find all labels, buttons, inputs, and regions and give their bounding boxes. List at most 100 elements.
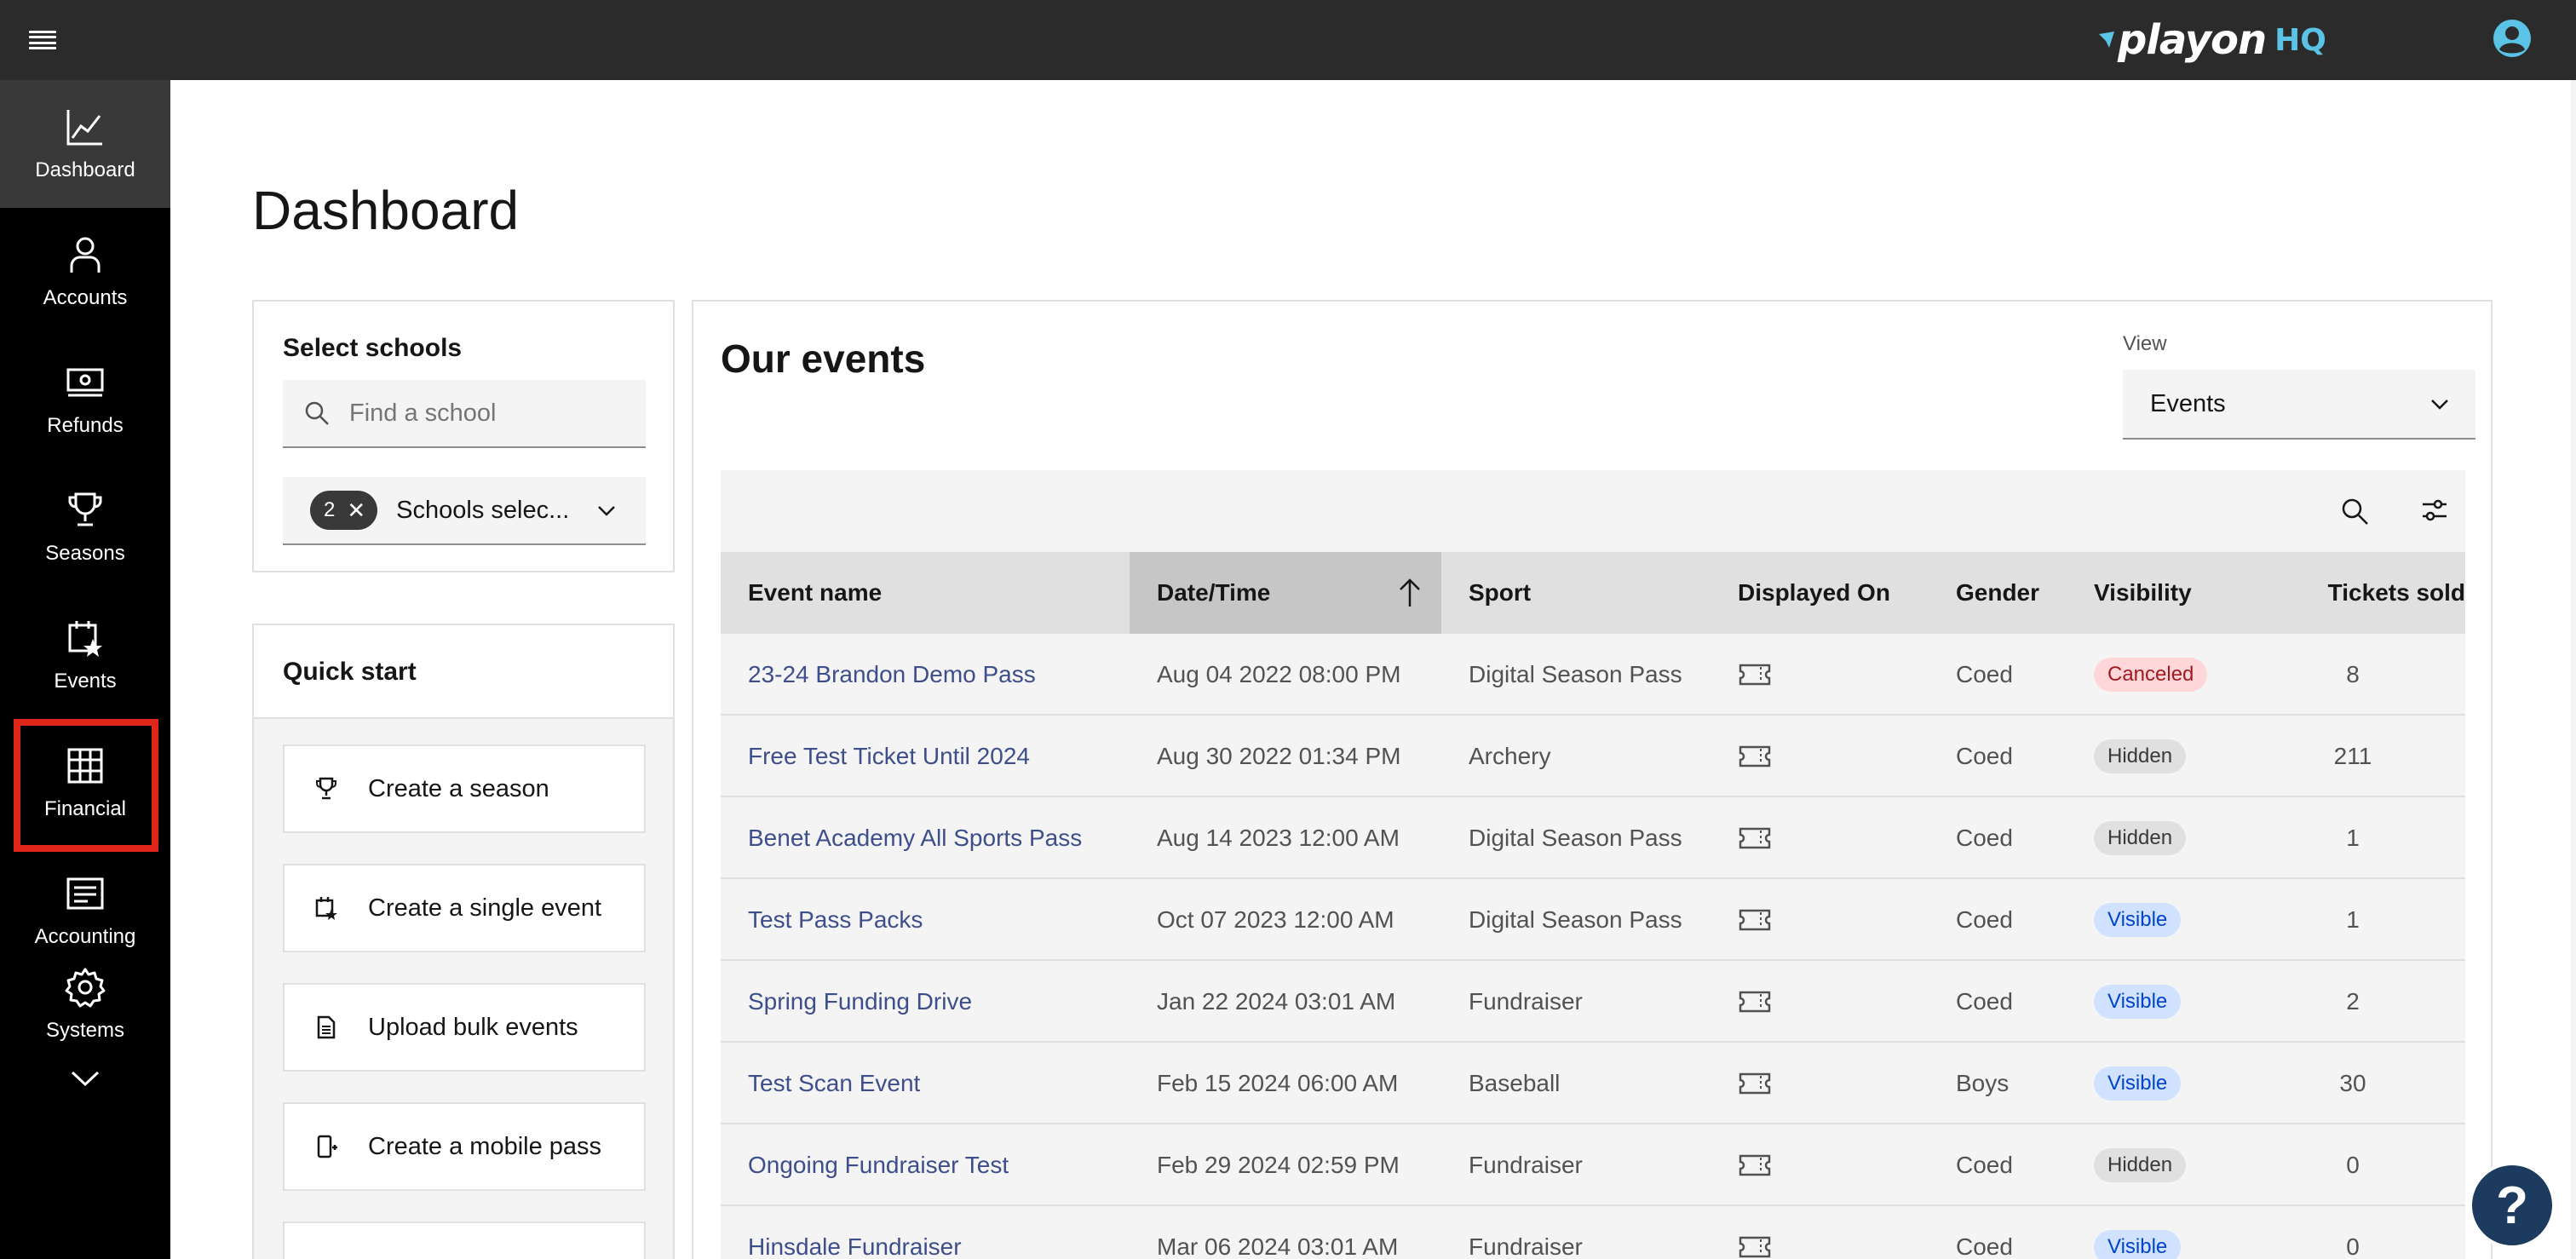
visibility-badge: Canceled [2094, 658, 2208, 692]
tickets-sold: 0 [2346, 1233, 2360, 1259]
event-name-link[interactable]: Ongoing Fundraiser Test [748, 1124, 1009, 1206]
school-search-box[interactable] [283, 380, 646, 448]
logo-text: playon [2118, 16, 2267, 64]
event-name-link[interactable]: Benet Academy All Sports Pass [748, 797, 1082, 879]
ledger-icon [66, 877, 104, 910]
visibility-badge: Hidden [2094, 821, 2187, 855]
select-schools-heading: Select schools [283, 334, 463, 362]
sidebar-item-refunds[interactable]: Refunds [0, 336, 170, 463]
selected-count: 2 [324, 498, 336, 521]
sidebar-item-accounts[interactable]: Accounts [0, 208, 170, 336]
table-row[interactable]: Hinsdale Fundraiser Mar 06 2024 03:01 AM F… [721, 1206, 2465, 1259]
search-icon[interactable] [2339, 496, 2370, 526]
column-header-date-time[interactable]: Date/Time [1130, 552, 1441, 634]
sidebar-item-dashboard[interactable]: Dashboard [0, 80, 170, 208]
visibility-cell: Visible [2094, 1206, 2182, 1259]
sidebar-item-label: Events [54, 670, 117, 693]
sidebar-item-systems[interactable]: Systems [0, 966, 170, 1068]
table-row[interactable]: Test Scan Event Feb 15 2024 06:00 AM Baseb… [721, 1043, 2465, 1124]
logo-suffix: HQ [2274, 22, 2326, 58]
date-time-label: Date/Time [1157, 579, 1271, 606]
ticket-icon [1739, 1154, 1771, 1176]
column-header-event-name[interactable]: Event name [721, 552, 1130, 634]
create-season-button[interactable]: Create a season [283, 744, 646, 833]
quick-start-header: Quick start [254, 625, 673, 719]
event-name-link[interactable]: Test Scan Event [748, 1043, 920, 1124]
column-header-tickets-sold[interactable]: Tickets sold [2263, 552, 2465, 634]
selected-count-tag[interactable]: 2 ✕ [310, 491, 378, 530]
event-name-link[interactable]: Test Pass Packs [748, 879, 923, 961]
calendar-star-icon [315, 897, 337, 920]
calendar-star-icon [68, 621, 102, 657]
upload-bulk-events-label: Upload bulk events [368, 1013, 578, 1041]
event-date-time: Mar 06 2024 03:01 AM [1157, 1233, 1399, 1259]
event-name-link[interactable]: 23-24 Brandon Demo Pass [748, 634, 1036, 716]
event-name-link[interactable]: Hinsdale Fundraiser [748, 1206, 962, 1259]
gear-icon [65, 968, 106, 1008]
upload-bulk-events-button[interactable]: Upload bulk events [283, 983, 646, 1072]
column-header-displayed-on[interactable]: Displayed On [1711, 552, 1929, 634]
ticket-icon [1739, 1072, 1771, 1095]
event-gender: Coed [1956, 1233, 2013, 1259]
event-sport: Fundraiser [1469, 988, 1583, 1015]
logo-mark-icon [2099, 32, 2114, 48]
table-row[interactable]: 23-24 Brandon Demo Pass Aug 04 2022 08:00… [721, 634, 2465, 716]
view-label: View [2123, 332, 2167, 355]
event-date-time: Feb 15 2024 06:00 AM [1157, 1070, 1399, 1096]
event-name-link[interactable]: Free Test Ticket Until 2024 [748, 716, 1030, 797]
quick-start-more-button[interactable] [283, 1222, 646, 1259]
ticket-icon [1739, 909, 1771, 931]
schools-selected-label: Schools selec... [396, 496, 570, 524]
user-avatar-icon[interactable] [2491, 17, 2533, 60]
sidebar-item-label: Refunds [47, 414, 124, 437]
chevron-down-icon [2431, 400, 2448, 410]
column-header-sport[interactable]: Sport [1441, 552, 1711, 634]
event-sport: Digital Season Pass [1469, 906, 1682, 933]
table-row[interactable]: Test Pass Packs Oct 07 2023 12:00 AM Digit… [721, 879, 2465, 961]
visibility-badge: Hidden [2094, 739, 2187, 773]
sidebar-item-seasons[interactable]: Seasons [0, 463, 170, 591]
event-sport: Digital Season Pass [1469, 661, 1682, 687]
event-date-time: Oct 07 2023 12:00 AM [1157, 906, 1394, 933]
create-mobile-pass-button[interactable]: Create a mobile pass [283, 1102, 646, 1191]
table-row[interactable]: Spring Funding Drive Jan 22 2024 03:01 AM… [721, 961, 2465, 1043]
content-edge [2571, 80, 2576, 1259]
sidebar-item-events[interactable]: Events [0, 591, 170, 719]
displayed-on-cell [1738, 961, 1772, 1043]
trophy-icon [316, 777, 336, 800]
column-header-gender[interactable]: Gender [1929, 552, 2067, 634]
help-button[interactable]: ? [2469, 1162, 2556, 1249]
filter-settings-icon[interactable] [2419, 496, 2450, 526]
event-date-time: Feb 29 2024 02:59 PM [1157, 1152, 1400, 1178]
event-name-link[interactable]: Spring Funding Drive [748, 961, 972, 1043]
event-gender: Boys [1956, 1070, 2010, 1096]
schools-multiselect[interactable]: 2 ✕ Schools selec... [283, 477, 646, 545]
tickets-sold: 30 [2339, 1070, 2366, 1096]
chevron-down-icon [598, 506, 615, 516]
visibility-cell: Visible [2094, 961, 2182, 1043]
table-row[interactable]: Benet Academy All Sports Pass Aug 14 2023… [721, 797, 2465, 879]
table-toolbar [721, 470, 2465, 552]
displayed-on-cell [1738, 1043, 1772, 1124]
clear-selection-icon[interactable]: ✕ [347, 497, 365, 524]
playon-hq-logo[interactable]: playon HQ [2097, 12, 2326, 68]
user-icon [70, 237, 101, 273]
view-dropdown[interactable]: Events [2123, 370, 2475, 440]
hamburger-menu-icon[interactable] [27, 26, 58, 55]
event-gender: Coed [1956, 661, 2013, 687]
cash-icon [66, 368, 104, 397]
create-single-event-button[interactable]: Create a single event [283, 864, 646, 952]
table-row[interactable]: Ongoing Fundraiser Test Feb 29 2024 02:59… [721, 1124, 2465, 1206]
quick-start-panel: Quick start Create a season Create a sin… [252, 624, 675, 1259]
financial-highlight-box [14, 719, 158, 852]
event-sport: Fundraiser [1469, 1152, 1583, 1178]
tickets-sold: 211 [2333, 743, 2372, 769]
sidebar-item-accounting[interactable]: Accounting [0, 847, 170, 974]
chevron-down-icon[interactable] [70, 1068, 101, 1089]
view-dropdown-value: Events [2150, 389, 2226, 417]
table-row[interactable]: Free Test Ticket Until 2024 Aug 30 2022 0… [721, 716, 2465, 797]
school-search-input[interactable] [349, 399, 622, 428]
column-header-visibility[interactable]: Visibility [2067, 552, 2263, 634]
tickets-sold: 1 [2346, 906, 2360, 933]
sort-ascending-icon [1400, 578, 1420, 607]
